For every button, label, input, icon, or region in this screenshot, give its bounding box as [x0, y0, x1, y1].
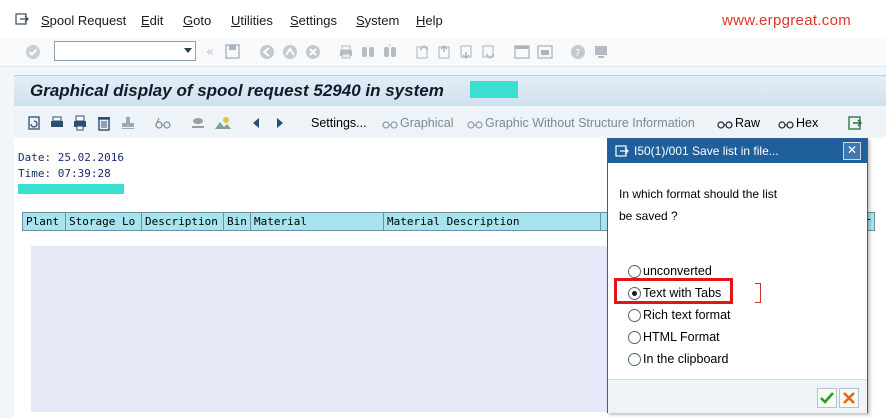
back-double-arrow-icon[interactable]: « — [206, 45, 220, 60]
glasses-display-icon[interactable] — [154, 116, 171, 130]
menu-utilities[interactable]: Utilities — [231, 13, 273, 28]
hex-button[interactable]: Hex — [796, 116, 818, 130]
dialog-question: In which format should the list be saved… — [619, 187, 778, 223]
dialog-title: I50(1)/001 Save list in file... — [634, 144, 779, 158]
previous-page-icon[interactable] — [437, 44, 451, 59]
next-triangle-icon[interactable] — [274, 116, 288, 130]
close-icon[interactable]: ✕ — [843, 142, 861, 160]
graphical-button[interactable]: Graphical — [400, 116, 454, 130]
column-header[interactable]: Material — [250, 212, 384, 231]
cancel-button[interactable] — [839, 388, 859, 408]
radio-button[interactable] — [628, 353, 641, 366]
confirm-button[interactable] — [817, 388, 837, 408]
image-icon[interactable] — [214, 115, 231, 129]
first-page-icon[interactable] — [415, 44, 429, 59]
radio-button[interactable] — [628, 265, 641, 278]
chevron-down-icon[interactable] — [184, 48, 192, 53]
watermark-text: www.erpgreat.com — [722, 12, 852, 29]
next-page-icon[interactable] — [459, 44, 473, 60]
cancel-icon[interactable] — [305, 44, 320, 59]
glasses-raw-icon — [717, 116, 733, 130]
shortcut-icon[interactable] — [537, 44, 553, 59]
radio-button[interactable] — [628, 309, 641, 322]
highlight-box — [614, 278, 733, 304]
checkmark-icon — [820, 392, 834, 404]
save-list-dialog: I50(1)/001 Save list in file... ✕ In whi… — [607, 138, 868, 413]
dialog-footer — [608, 379, 867, 413]
column-header[interactable]: Plant — [22, 212, 66, 231]
previous-triangle-icon[interactable] — [250, 116, 264, 130]
delete-trash-icon[interactable] — [96, 115, 110, 131]
svg-text:?: ? — [575, 48, 580, 59]
radio-button[interactable] — [628, 331, 641, 344]
menu-spool-request[interactable]: Spool Request — [41, 13, 126, 28]
dialog-title-icon — [615, 144, 629, 158]
date-line: Date: 25.02.2016 — [18, 151, 124, 164]
enter-check-icon[interactable] — [25, 44, 40, 59]
customize-layout-icon[interactable] — [593, 44, 607, 58]
column-header[interactable]: Storage Lo — [65, 212, 142, 231]
title-bar: Graphical display of spool request 52940… — [14, 75, 886, 106]
selection-bracket — [755, 283, 761, 303]
glasses-graphical-icon — [382, 116, 398, 130]
save-icon[interactable] — [225, 44, 240, 59]
menu-help[interactable]: Help — [416, 13, 443, 28]
bowl-icon[interactable] — [190, 115, 204, 129]
standard-toolbar: « ? — [0, 38, 886, 67]
glasses-hex-icon — [778, 116, 794, 130]
command-field[interactable] — [54, 41, 196, 61]
help-icon[interactable]: ? — [570, 44, 585, 59]
redaction-mask — [470, 81, 518, 98]
print-direct-icon[interactable] — [72, 115, 86, 131]
find-icon[interactable] — [360, 44, 374, 58]
stamp-icon[interactable] — [120, 115, 134, 129]
graphic-without-structure-button[interactable]: Graphic Without Structure Information — [485, 116, 695, 130]
export-icon[interactable] — [847, 115, 862, 130]
application-toolbar: Settings... Graphical Graphic Without St… — [14, 110, 886, 136]
glasses-nostructure-icon — [467, 116, 483, 130]
menu-exit-icon[interactable] — [15, 12, 29, 26]
cancel-x-icon — [843, 392, 855, 404]
menu-goto[interactable]: Goto — [183, 13, 211, 28]
settings-button[interactable]: Settings... — [311, 116, 367, 130]
redaction-mask — [31, 246, 611, 412]
new-session-icon[interactable] — [514, 44, 530, 59]
column-header[interactable]: Description — [141, 212, 224, 231]
print-icon[interactable] — [49, 115, 63, 129]
refresh-icon[interactable] — [26, 115, 40, 130]
page-title: Graphical display of spool request 52940… — [30, 81, 444, 100]
column-header[interactable]: Bin — [223, 212, 251, 231]
print-icon[interactable] — [338, 44, 352, 59]
column-header[interactable]: Material Description — [383, 212, 601, 231]
dialog-header: I50(1)/001 Save list in file... ✕ — [608, 139, 867, 163]
time-line: Time: 07:39:28 — [18, 167, 111, 180]
menu-edit[interactable]: Edit — [141, 13, 163, 28]
exit-icon[interactable] — [282, 44, 297, 59]
menu-settings[interactable]: Settings — [290, 13, 337, 28]
last-page-icon[interactable] — [481, 44, 495, 60]
find-next-icon[interactable] — [382, 44, 396, 58]
raw-button[interactable]: Raw — [735, 116, 760, 130]
menu-system[interactable]: System — [356, 13, 399, 28]
menu-bar: Spool Request Edit Goto Utilities Settin… — [0, 0, 886, 38]
redaction-mask — [18, 184, 124, 194]
back-icon[interactable] — [259, 44, 274, 59]
